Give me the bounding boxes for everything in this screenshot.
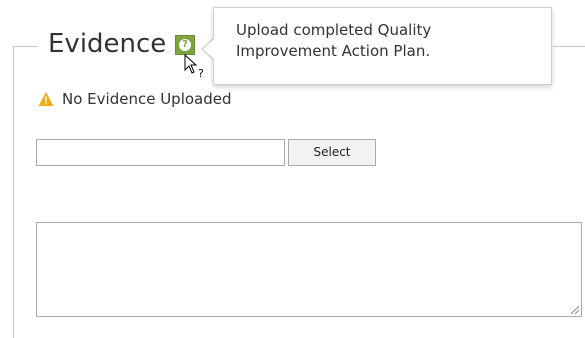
select-file-button[interactable]: Select: [288, 139, 376, 166]
tooltip-arrow-fill: [203, 38, 215, 60]
fieldset-border-left: [13, 46, 14, 338]
help-tooltip: Upload completed Quality Improvement Act…: [213, 7, 552, 85]
tooltip-text: Upload completed Quality Improvement Act…: [236, 21, 432, 60]
file-name-input[interactable]: [36, 139, 285, 166]
resize-grip-icon[interactable]: [568, 303, 580, 315]
evidence-status: No Evidence Uploaded: [38, 89, 232, 109]
section-title: Evidence: [48, 29, 167, 59]
help-icon[interactable]: ?: [175, 35, 195, 55]
comment-textarea[interactable]: [36, 222, 582, 317]
status-text: No Evidence Uploaded: [62, 90, 232, 108]
question-mark-icon: ?: [179, 39, 191, 51]
svg-text:?: ?: [198, 67, 204, 80]
fieldset-border-top-right: [553, 46, 585, 47]
warning-icon: [38, 92, 54, 106]
fieldset-border-top-left: [13, 46, 38, 47]
